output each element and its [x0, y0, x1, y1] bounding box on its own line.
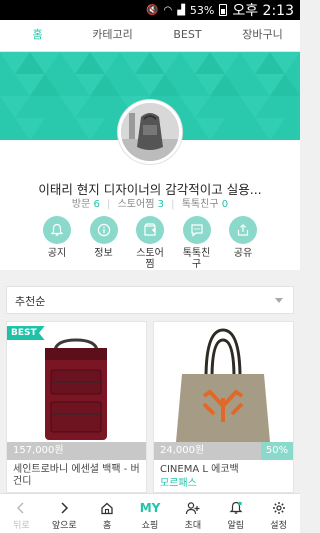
tab-home[interactable]: 홈 [0, 20, 75, 51]
status-bar: 🔇 ◠ ▟ 53% 오후 2:13 [0, 0, 300, 20]
stat-bookmark-label: 스토어찜 [117, 199, 155, 210]
bottom-nav: 뒤로 앞으로 홈 MY 쇼핑 초대 알림 설정 [0, 493, 300, 533]
share-icon [229, 216, 257, 244]
wifi-icon: ◠ [163, 4, 173, 16]
tab-cart[interactable]: 장바구니 [225, 20, 300, 51]
tab-category[interactable]: 카테고리 [75, 20, 150, 51]
product-image [154, 322, 293, 442]
product-price: 157,000원 [7, 442, 146, 460]
signal-icon: ▟ [177, 4, 185, 16]
notice-button[interactable]: 공지 [38, 216, 76, 270]
nav-back[interactable]: 뒤로 [0, 494, 43, 533]
invite-user-icon [185, 499, 201, 517]
stat-bookmark-value: 3 [157, 199, 164, 210]
forward-arrow-icon [58, 499, 70, 517]
stat-visit-value: 6 [93, 199, 100, 210]
best-badge: BEST [7, 326, 45, 340]
stat-friend-value: 0 [221, 199, 229, 210]
nav-settings[interactable]: 설정 [257, 494, 300, 533]
home-icon [100, 499, 114, 517]
clock: 오후 2:13 [232, 3, 294, 19]
stat-friend-label: 톡톡친구 [181, 199, 219, 210]
bell-icon [229, 499, 243, 517]
product-card[interactable]: BEST 157,000원 세인트로바니 에센셜 백팩 - 버건디 [6, 321, 147, 493]
product-title: 세인트로바니 에센셜 백팩 - 버건디 [13, 464, 140, 487]
nav-my-shopping[interactable]: MY 쇼핑 [129, 494, 172, 533]
product-title: CINEMA L 에코백 [160, 464, 239, 475]
nav-invite[interactable]: 초대 [171, 494, 214, 533]
top-tab-bar: 홈 카테고리 BEST 장바구니 [0, 20, 300, 52]
info-icon [89, 216, 118, 244]
gear-icon [272, 499, 286, 517]
discount-badge: 50% [261, 442, 293, 460]
sort-select[interactable]: 추천순 [6, 286, 294, 314]
product-seller: 모르패스 [160, 478, 197, 489]
nav-forward[interactable]: 앞으로 [43, 494, 86, 533]
talk-friend-button[interactable]: 톡톡친구 [178, 216, 216, 270]
store-avatar[interactable] [118, 100, 182, 164]
product-image [7, 322, 146, 442]
battery-percent: 53% [189, 3, 215, 17]
bell-icon [43, 216, 71, 244]
nav-home[interactable]: 홈 [86, 494, 129, 533]
store-bookmark-icon [136, 216, 164, 244]
info-button[interactable]: 정보 [85, 216, 123, 270]
battery-icon [219, 4, 228, 16]
store-bookmark-button[interactable]: 스토어찜 [131, 216, 169, 270]
nav-notifications[interactable]: 알림 [214, 494, 257, 533]
tab-best[interactable]: BEST [150, 20, 225, 51]
store-stats: 방문 6 | 스토어찜 3 | 톡톡친구 0 [71, 199, 229, 210]
sort-selected-value: 추천순 [15, 295, 46, 308]
share-button[interactable]: 공유 [224, 216, 262, 270]
chevron-down-icon [275, 298, 283, 303]
product-card[interactable]: 24,000원 50% CINEMA L 에코백 모르패스 [153, 321, 294, 493]
mute-icon: 🔇 [146, 4, 159, 16]
stat-visit-label: 방문 [71, 199, 91, 210]
back-arrow-icon [15, 499, 27, 517]
my-shopping-icon: MY [139, 501, 161, 515]
chat-icon [182, 216, 211, 244]
store-actions: 공지 정보 스토어찜 톡톡친구 공유 [38, 216, 262, 270]
